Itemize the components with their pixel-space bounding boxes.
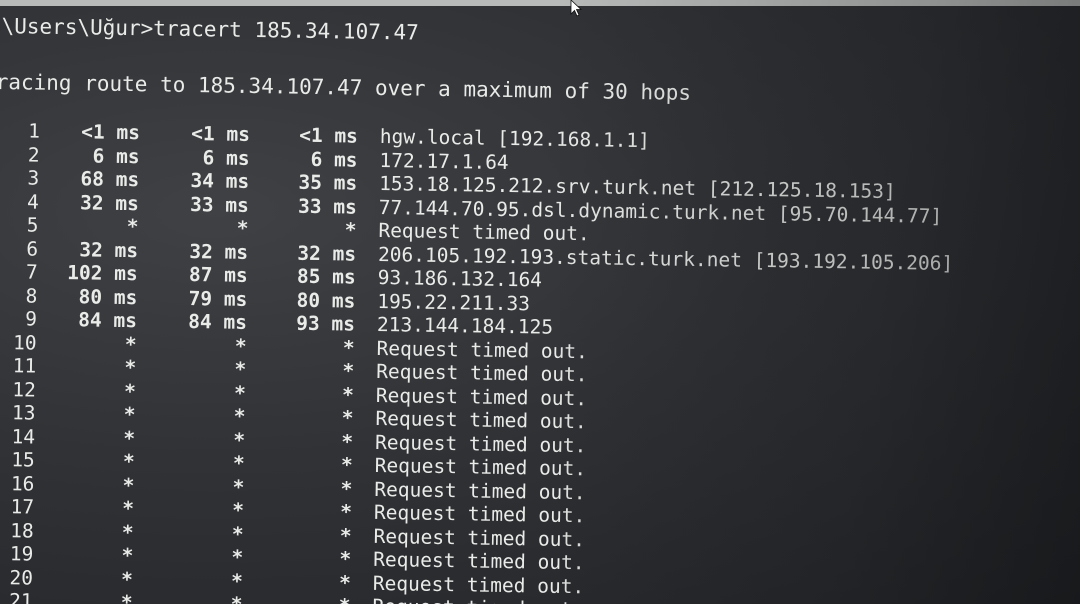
mouse-pointer-icon [570, 0, 583, 17]
hop-number: 7 [25, 260, 38, 284]
rtt-probe-2: * [232, 498, 245, 522]
rtt-probe-1: * [123, 426, 136, 450]
hop-number: 6 [26, 236, 39, 261]
rtt-probe-2: * [233, 428, 246, 452]
rtt-probe-3: * [340, 476, 353, 501]
rtt-probe-2: 87 ms [188, 263, 248, 287]
rtt-probe-1: 68 ms [80, 167, 140, 192]
hop-number: 4 [26, 189, 40, 214]
rtt-probe-1: 102 ms [67, 261, 138, 286]
rtt-probe-2: * [230, 569, 244, 593]
hop-number: 20 [9, 565, 34, 590]
rtt-probe-2: * [236, 216, 249, 240]
hop-number: 16 [10, 471, 35, 496]
hop-number: 17 [10, 495, 35, 519]
rtt-probe-1: 32 ms [79, 237, 139, 262]
terminal-screen: \Users\Uğur>tracert 185.34.107.47 racing… [0, 0, 1080, 604]
rtt-probe-1: * [122, 496, 135, 521]
trace-header: racing route to 185.34.107.47 over a max… [0, 69, 692, 105]
rtt-probe-3: 35 ms [298, 170, 358, 195]
hop-number: 19 [9, 542, 34, 566]
rtt-probe-3: * [339, 547, 352, 571]
hop-number: 9 [25, 307, 38, 331]
hop-number: 18 [10, 518, 34, 543]
rtt-probe-3: * [341, 406, 354, 430]
rtt-probe-2: * [233, 381, 247, 405]
rtt-probe-3: <1 ms [299, 123, 359, 148]
rtt-probe-3: * [268, 593, 351, 604]
rtt-probe-2: 79 ms [188, 286, 248, 311]
rtt-probe-2: * [160, 592, 243, 604]
hop-number: 11 [12, 354, 37, 378]
rtt-probe-1: * [120, 567, 134, 591]
hop-number: 21 [8, 589, 33, 604]
rtt-probe-2: * [231, 522, 244, 546]
rtt-probe-3: 80 ms [296, 288, 356, 313]
rtt-probe-3: 93 ms [296, 311, 356, 336]
rtt-probe-3: 6 ms [310, 147, 358, 172]
rtt-probe-2: 84 ms [188, 309, 248, 334]
rtt-probe-3: * [341, 382, 355, 407]
hop-number: 1 [28, 119, 41, 143]
hop-number: 5 [26, 213, 39, 237]
command-text: tracert 185.34.107.47 [153, 16, 419, 45]
hop-number: 12 [12, 377, 37, 402]
rtt-probe-2: * [232, 475, 245, 499]
command-line: \Users\Uğur>tracert 185.34.107.47 [1, 14, 419, 45]
rtt-probe-2: * [232, 451, 245, 475]
rtt-probe-3: 85 ms [296, 264, 356, 289]
rtt-probe-1: 6 ms [92, 143, 140, 168]
hop-number: 10 [12, 330, 37, 355]
rtt-probe-1: * [121, 543, 134, 568]
rtt-probe-3: 33 ms [297, 194, 357, 219]
rtt-probe-1: * [124, 356, 137, 380]
rtt-probe-1: * [126, 215, 139, 239]
rtt-probe-1: * [122, 473, 135, 497]
rtt-probe-3: * [342, 359, 355, 383]
rtt-probe-2: 6 ms [202, 145, 250, 170]
rtt-probe-1: * [121, 520, 134, 544]
rtt-probe-2: 33 ms [189, 192, 249, 217]
rtt-probe-1: * [123, 402, 136, 427]
rtt-probe-3: * [344, 218, 357, 242]
rtt-probe-2: * [233, 404, 246, 428]
rtt-probe-2: 32 ms [189, 239, 249, 264]
rtt-probe-3: * [342, 335, 355, 360]
rtt-probe-3: * [338, 570, 352, 595]
rtt-probe-1: 80 ms [78, 284, 138, 309]
rtt-probe-3: * [340, 500, 353, 524]
rtt-probe-3: * [340, 453, 353, 477]
rtt-probe-3: 32 ms [297, 241, 357, 266]
rtt-probe-2: <1 ms [191, 122, 251, 146]
prompt-path: \Users\Uğur> [1, 14, 154, 41]
hop-number: 3 [27, 166, 40, 190]
rtt-probe-2: * [234, 357, 247, 381]
hop-number: 13 [11, 401, 36, 425]
rtt-probe-3: * [339, 523, 352, 548]
rtt-probe-1: <1 ms [81, 120, 141, 145]
hop-host: 195.22.211.33 [377, 289, 531, 315]
hop-number: 2 [27, 142, 40, 167]
command-prompt-output[interactable]: \Users\Uğur>tracert 185.34.107.47 racing… [0, 0, 1080, 604]
rtt-probe-3: * [341, 429, 354, 454]
hop-number: 14 [11, 424, 36, 449]
hop-number: 8 [25, 283, 38, 308]
rtt-probe-2: * [234, 334, 247, 358]
rtt-probe-2: * [231, 545, 244, 569]
rtt-probe-2: 34 ms [190, 169, 250, 193]
hop-host: 172.17.1.64 [379, 148, 509, 174]
hop-host: 93.186.132.164 [377, 265, 543, 292]
rtt-probe-1: 84 ms [78, 308, 138, 333]
rtt-probe-1: * [124, 332, 137, 356]
rtt-probe-1: * [120, 590, 133, 604]
hop-number: 15 [11, 448, 35, 472]
hop-host: 213.144.184.125 [376, 312, 554, 339]
rtt-probe-1: * [123, 379, 137, 403]
rtt-probe-1: * [122, 449, 135, 474]
rtt-probe-1: 32 ms [79, 190, 140, 215]
